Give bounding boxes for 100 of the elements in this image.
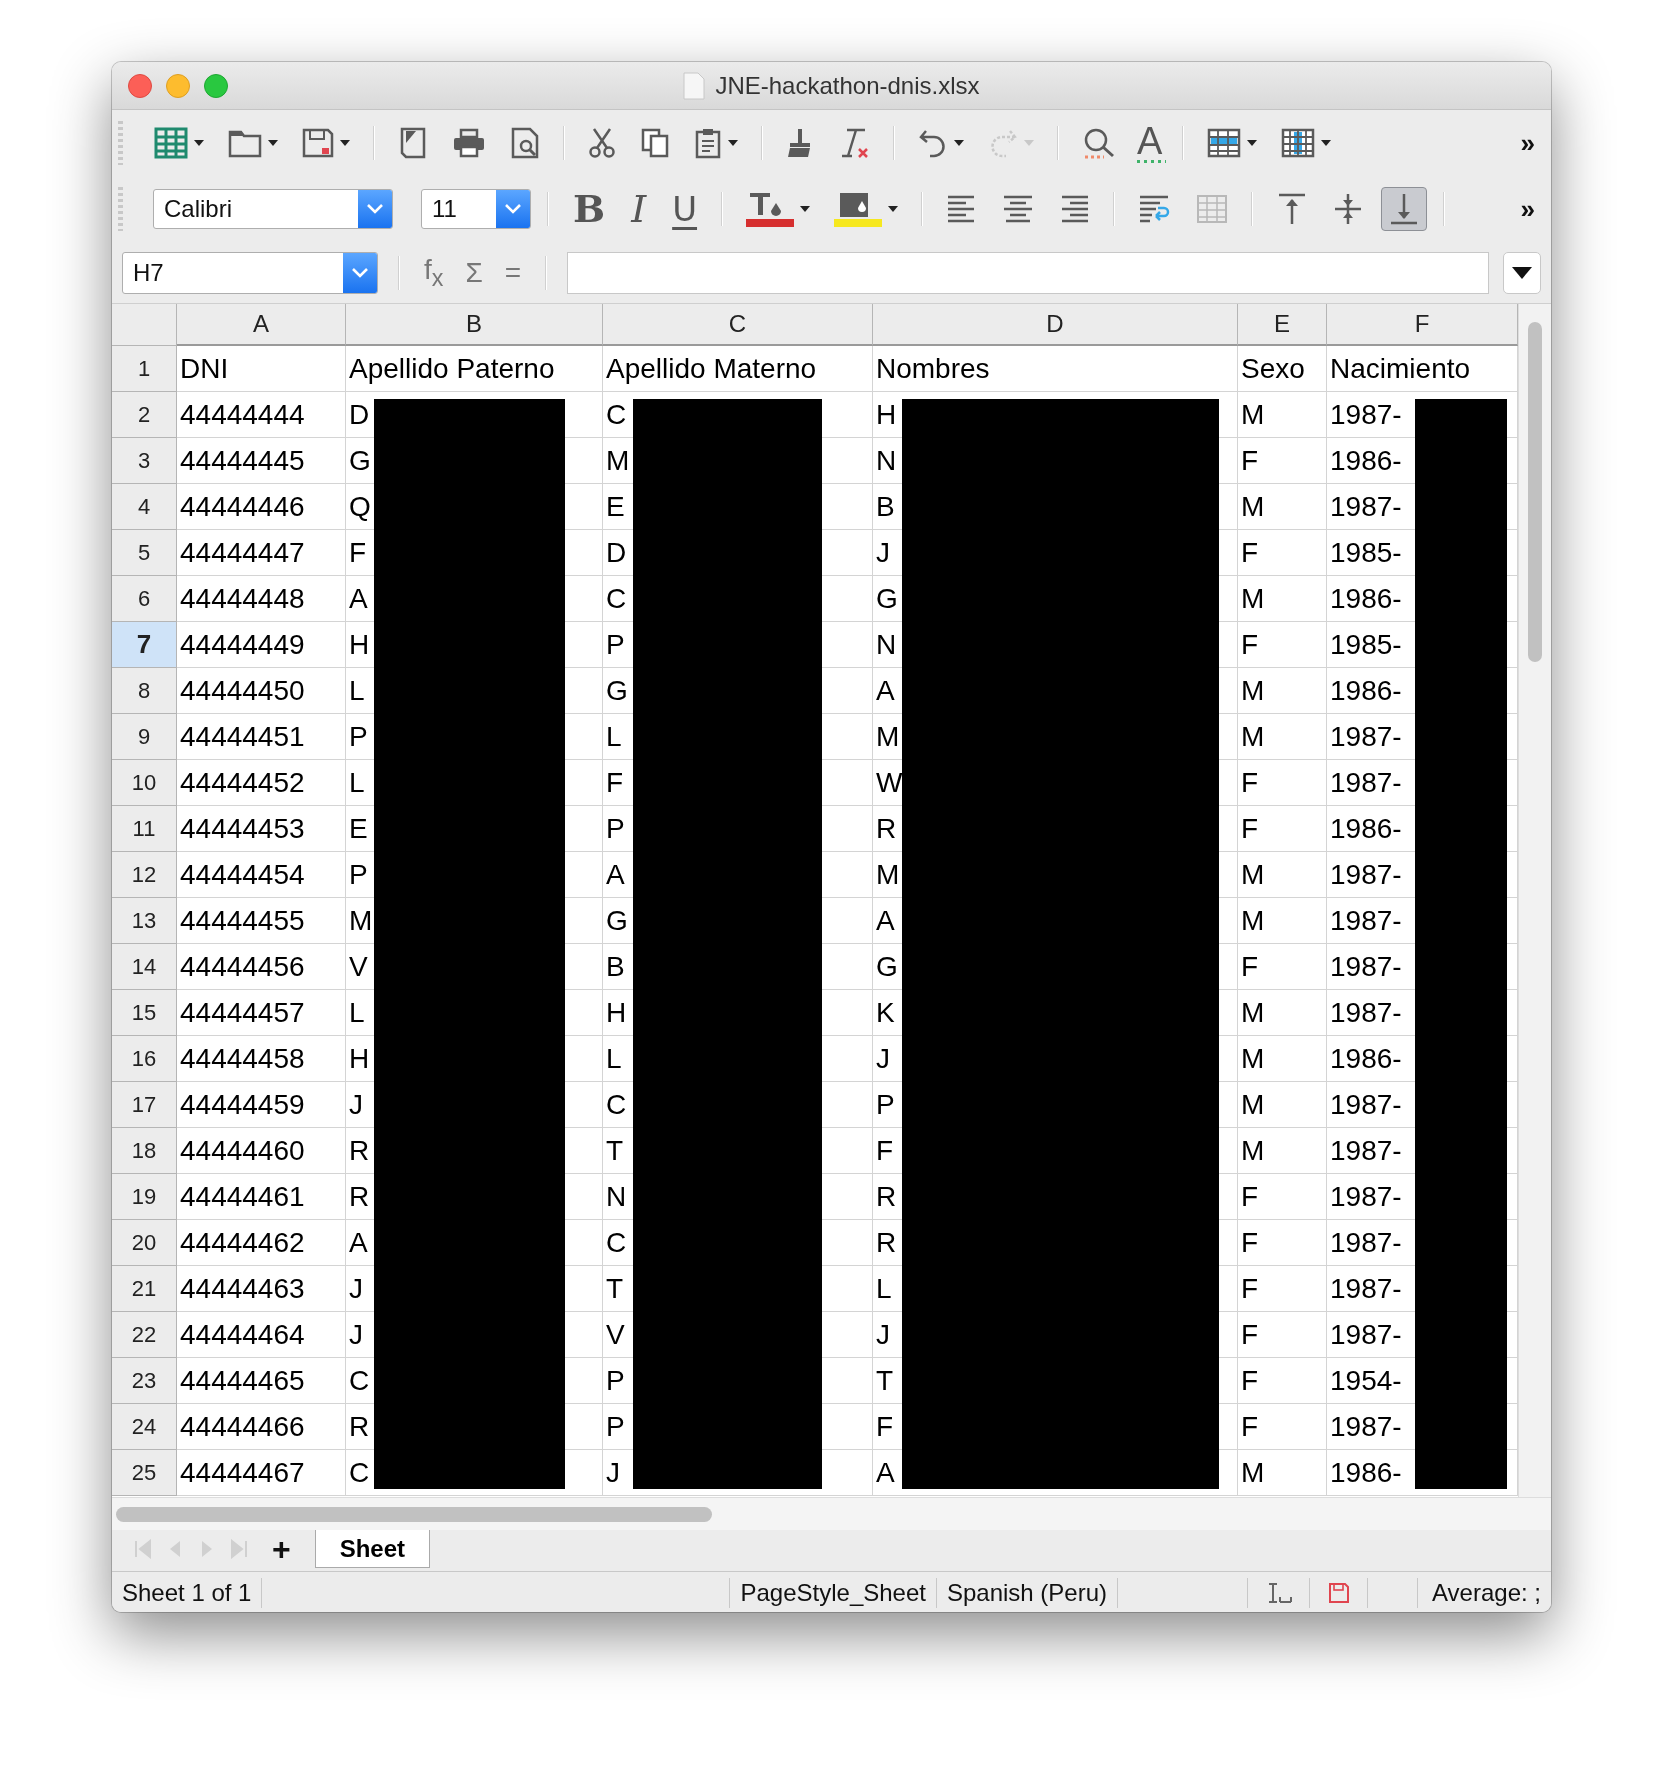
table-cell[interactable]: F [1241, 1226, 1259, 1259]
table-cell[interactable]: F [1241, 444, 1259, 477]
table-cell[interactable]: T [606, 1272, 624, 1305]
row-header[interactable]: 7 [112, 622, 177, 668]
table-cell[interactable]: L [606, 720, 622, 753]
table-cell[interactable]: 44444452 [180, 766, 305, 799]
row-header[interactable]: 18 [112, 1128, 177, 1174]
table-cell[interactable]: A [876, 1456, 895, 1489]
table-cell[interactable]: 44444454 [180, 858, 305, 891]
row-header[interactable]: 4 [112, 484, 177, 530]
formula-button[interactable]: = [500, 256, 526, 289]
table-cell[interactable]: 1987- [1330, 1410, 1402, 1443]
column-header[interactable]: A [177, 304, 346, 346]
row-header[interactable]: 17 [112, 1082, 177, 1128]
table-cell[interactable]: M [1241, 1088, 1265, 1121]
table-cell[interactable]: H [349, 628, 370, 661]
horizontal-scrollbar[interactable] [112, 1497, 1551, 1530]
column-header[interactable]: D [873, 304, 1238, 346]
table-cell[interactable]: N [876, 444, 897, 477]
table-cell[interactable]: J [606, 1456, 620, 1489]
table-cell[interactable]: M [1241, 720, 1265, 753]
table-cell[interactable]: 44444451 [180, 720, 305, 753]
table-cell[interactable]: P [606, 628, 625, 661]
row-header[interactable]: 1 [112, 346, 177, 392]
row-header[interactable]: 5 [112, 530, 177, 576]
table-cell[interactable]: 1987- [1330, 1088, 1402, 1121]
table-cell[interactable]: M [349, 904, 373, 937]
document-icon[interactable] [398, 127, 428, 159]
table-cell[interactable]: Nacimiento [1330, 352, 1471, 385]
table-cell[interactable]: J [876, 536, 890, 569]
table-cell[interactable]: M [1241, 398, 1265, 431]
row-header[interactable]: 6 [112, 576, 177, 622]
table-cell[interactable]: H [606, 996, 627, 1029]
clipboard-icon[interactable] [694, 127, 722, 159]
font-name-combo[interactable]: Calibri [153, 189, 393, 229]
table-cell[interactable]: 1987- [1330, 1272, 1402, 1305]
align-center-icon[interactable] [1002, 194, 1035, 224]
table-cell[interactable]: V [349, 950, 368, 983]
add-sheet-button[interactable]: + [262, 1530, 301, 1568]
table-cell[interactable]: C [349, 1456, 370, 1489]
table-cell[interactable]: 1987- [1330, 1134, 1402, 1167]
align-button[interactable] [1381, 187, 1428, 231]
more-tools-button[interactable]: » [1514, 192, 1541, 226]
vertical-scrollbar[interactable] [1518, 304, 1551, 1497]
table-cell[interactable]: 1986- [1330, 444, 1402, 477]
underline-button[interactable]: U [664, 192, 706, 226]
table-cell[interactable]: M [1241, 674, 1265, 707]
spreadsheet-icon[interactable] [154, 127, 188, 159]
table-cell[interactable]: L [876, 1272, 892, 1305]
table-cell[interactable]: M [1241, 904, 1265, 937]
table-cell[interactable]: 44444458 [180, 1042, 305, 1075]
table-cell[interactable]: G [606, 904, 628, 937]
table-cell[interactable]: F [876, 1410, 894, 1443]
table-cell[interactable]: F [1241, 536, 1259, 569]
table-cell[interactable]: H [876, 398, 897, 431]
bold-button[interactable]: B [565, 190, 614, 228]
expand-formula-button[interactable] [1503, 251, 1541, 294]
table-cell[interactable]: 44444464 [180, 1318, 305, 1351]
table-cell[interactable]: J [349, 1272, 363, 1305]
table-cell[interactable]: 1986- [1330, 812, 1402, 845]
table-cell[interactable]: 44444465 [180, 1364, 305, 1397]
table-cell[interactable]: 44444459 [180, 1088, 305, 1121]
table-cell[interactable]: 44444453 [180, 812, 305, 845]
printer-icon[interactable] [452, 128, 486, 158]
scrollbar-thumb[interactable] [116, 1507, 712, 1522]
table-cell[interactable]: F [1241, 1364, 1259, 1397]
row-header[interactable]: 9 [112, 714, 177, 760]
italic-button[interactable]: I [623, 190, 655, 228]
column-header[interactable]: E [1238, 304, 1327, 346]
column-header[interactable]: C [603, 304, 873, 346]
caret-icon[interactable] [1321, 140, 1332, 146]
table-cell[interactable]: F [1241, 950, 1259, 983]
caret-icon[interactable] [800, 206, 811, 212]
table-cell[interactable]: F [1241, 1410, 1259, 1443]
table-cell[interactable]: J [876, 1042, 890, 1075]
table-cell[interactable]: W [876, 766, 903, 799]
table-cell[interactable]: C [606, 398, 627, 431]
caret-icon[interactable] [728, 140, 738, 146]
table-cell[interactable]: 44444446 [180, 490, 305, 523]
column-header[interactable]: B [346, 304, 603, 346]
table-cell[interactable]: C [606, 1088, 627, 1121]
table-cell[interactable]: E [606, 490, 625, 523]
table-cell[interactable]: 44444447 [180, 536, 305, 569]
table-cell[interactable]: G [876, 950, 898, 983]
table-cell[interactable]: J [876, 1318, 890, 1351]
table-cell[interactable]: Q [349, 490, 371, 523]
table-cell[interactable]: A [606, 858, 625, 891]
search-icon[interactable] [1082, 127, 1116, 159]
row-header[interactable]: 23 [112, 1358, 177, 1404]
table-cell[interactable]: 44444467 [180, 1456, 305, 1489]
table-cell[interactable]: F [1241, 1180, 1259, 1213]
table-cell[interactable]: A [349, 1226, 368, 1259]
table-cell[interactable]: T [606, 1134, 624, 1167]
table-cell[interactable]: B [876, 490, 895, 523]
caret-icon[interactable] [1247, 140, 1258, 146]
row-header[interactable]: 22 [112, 1312, 177, 1358]
row-header[interactable]: 13 [112, 898, 177, 944]
table-cell[interactable]: L [349, 674, 365, 707]
table-cell[interactable]: A [876, 674, 895, 707]
table-cell[interactable]: Apellido Materno [606, 352, 817, 385]
